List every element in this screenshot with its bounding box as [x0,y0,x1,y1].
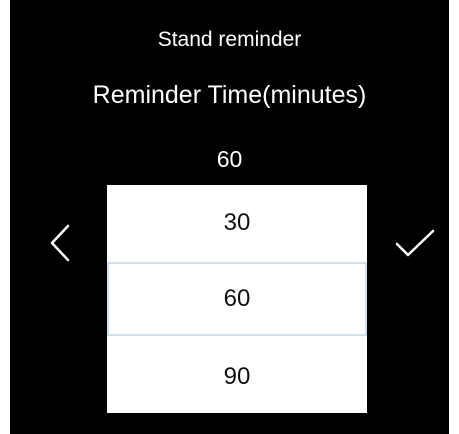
setting-label: Reminder Time(minutes) [92,81,367,109]
confirm-button[interactable] [390,218,440,268]
chevron-left-icon [48,223,72,263]
picker-option[interactable]: 90 [107,341,367,413]
picker-option[interactable]: 30 [107,185,367,260]
current-value: 60 [216,146,243,172]
back-button[interactable] [40,218,80,268]
picker-option-selected[interactable]: 60 [107,262,367,336]
screen-title: Stand reminder [157,28,302,51]
minutes-picker[interactable]: 30 60 90 [107,185,367,413]
check-icon [394,227,436,259]
stand-reminder-screen: Stand reminder Reminder Time(minutes) 60… [10,0,449,434]
